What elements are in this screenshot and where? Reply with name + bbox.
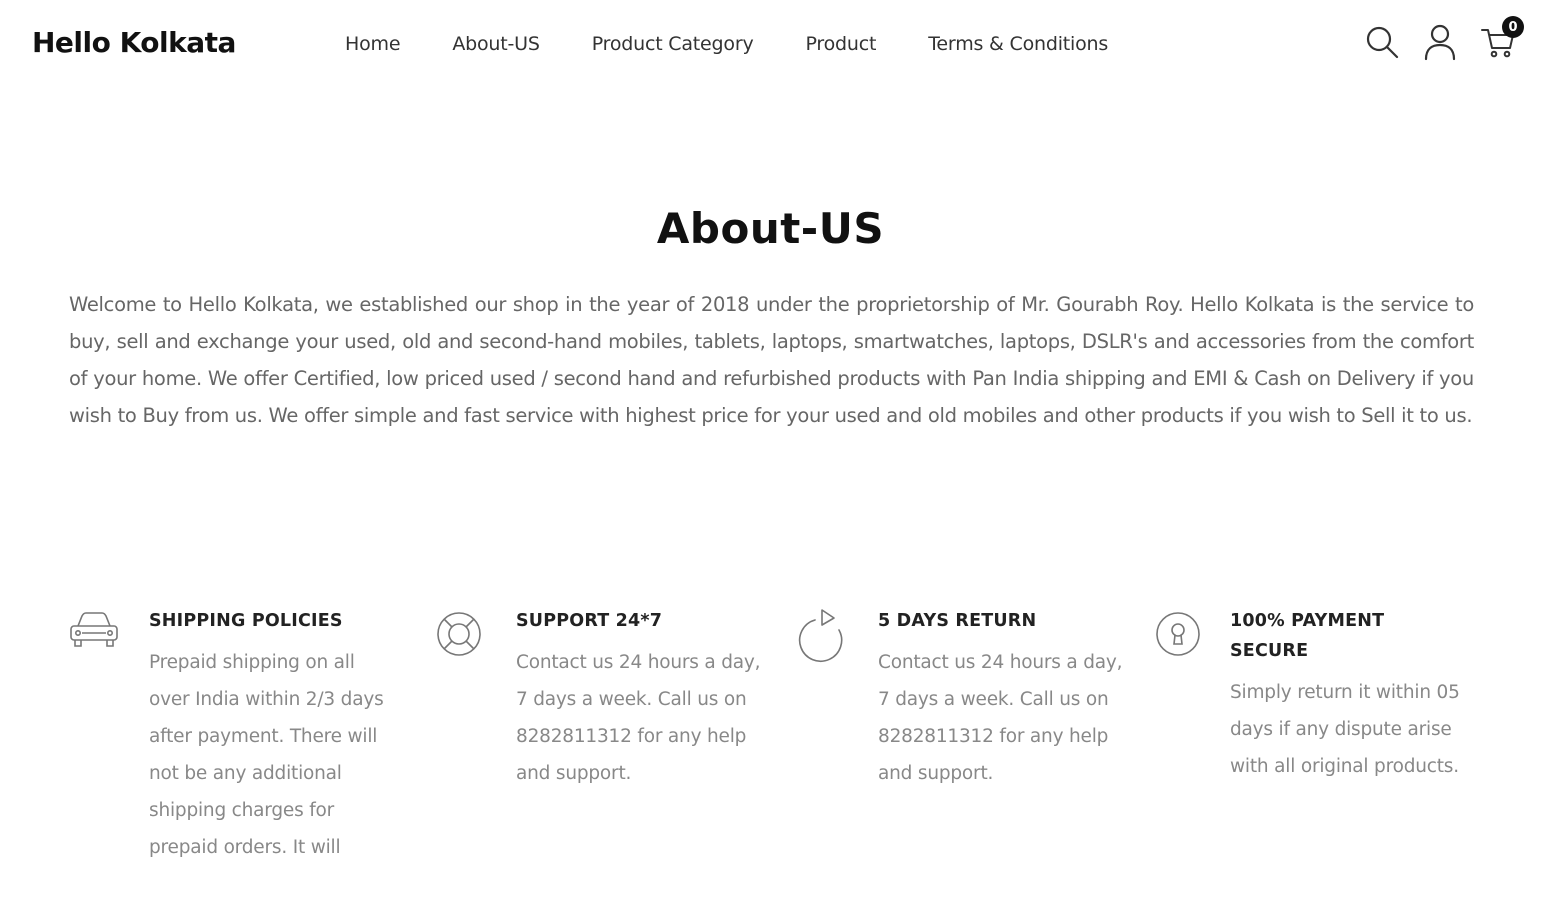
car-icon	[68, 608, 120, 660]
user-icon[interactable]	[1420, 22, 1460, 62]
nav-home[interactable]: Home	[345, 33, 401, 55]
nav-product-category[interactable]: Product Category	[592, 33, 754, 55]
nav-terms-conditions[interactable]: Terms & Conditions	[928, 33, 1108, 55]
header-icons: 0	[1362, 16, 1532, 66]
feature-title: 100% PAYMENT SECURE	[1230, 611, 1385, 661]
site-header: Hello Kolkata Home About-US Product Cate…	[0, 0, 1541, 92]
feature-title: SHIPPING POLICIES	[149, 611, 343, 631]
cart-count-badge: 0	[1502, 16, 1524, 38]
secure-payment-icon	[1154, 608, 1206, 660]
page-title: About-US	[656, 204, 885, 253]
nav-product[interactable]: Product	[806, 33, 877, 55]
nav-about-us[interactable]: About-US	[452, 33, 540, 55]
about-intro-text: Welcome to Hello Kolkata, we established…	[69, 293, 1474, 427]
feature-title: SUPPORT 24*7	[516, 611, 663, 631]
main-nav: Home About-US Product Category Product T…	[345, 33, 1108, 55]
feature-text: Contact us 24 hours a day, 7 days a week…	[516, 652, 761, 784]
site-logo[interactable]: Hello Kolkata	[32, 26, 236, 59]
feature-title: 5 DAYS RETURN	[878, 611, 1037, 631]
feature-text: Prepaid shipping on all over India withi…	[149, 652, 384, 858]
lifebuoy-icon	[434, 608, 486, 660]
search-icon[interactable]	[1362, 22, 1402, 62]
feature-text: Contact us 24 hours a day, 7 days a week…	[878, 652, 1123, 784]
refresh-icon	[795, 608, 847, 663]
feature-text: Simply return it within 05 days if any d…	[1230, 682, 1460, 777]
